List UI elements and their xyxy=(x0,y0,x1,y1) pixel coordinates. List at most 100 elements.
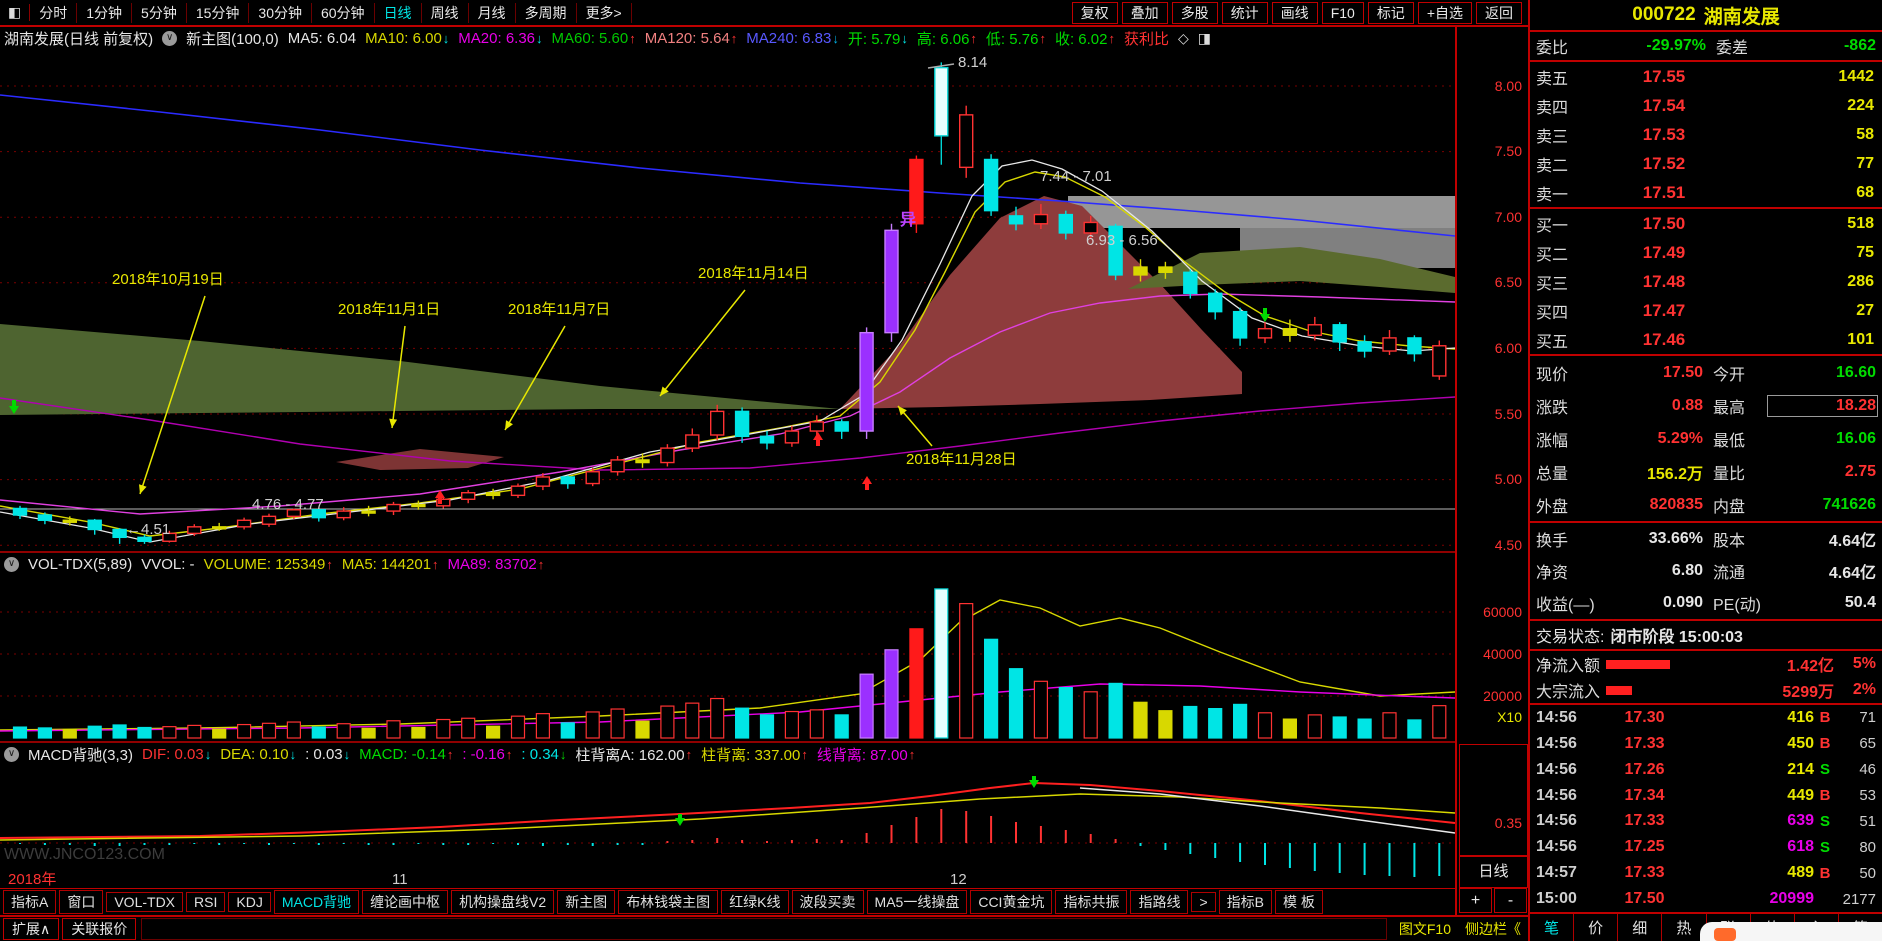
period-tab-8[interactable]: 月线 xyxy=(469,2,516,23)
indicator-tab-3[interactable]: RSI xyxy=(186,892,226,912)
volume-axis-label: 20000 xyxy=(1483,688,1522,704)
x-axis-label: 11 xyxy=(392,871,408,888)
indicator-tab-18[interactable]: 模 板 xyxy=(1274,890,1323,914)
action-button-7[interactable]: +自选 xyxy=(1417,1,1472,24)
info-label: 换手 xyxy=(1536,533,1569,550)
buy-arrow-icon xyxy=(862,476,872,490)
indicator-tab-9[interactable]: 布林钱袋主图 xyxy=(618,890,719,914)
action-button-2[interactable]: 多股 xyxy=(1171,1,1218,24)
bid-row[interactable]: 买四 17.47 27 xyxy=(1530,296,1882,325)
period-tab-6[interactable]: 日线 xyxy=(375,2,422,23)
period-tab-9[interactable]: 多周期 xyxy=(516,2,577,23)
indicator-tab-1[interactable]: 窗口 xyxy=(59,890,104,914)
bid-row[interactable]: 买二 17.49 75 xyxy=(1530,238,1882,267)
trend-arrow-icon: ↓ xyxy=(536,31,543,46)
tick-price: 17.33 xyxy=(1624,812,1665,830)
graphic-f10-button[interactable]: 图文F10 xyxy=(1392,919,1458,939)
bid-row[interactable]: 买三 17.48 286 xyxy=(1530,267,1882,296)
action-button-8[interactable]: 返回 xyxy=(1476,1,1522,24)
trend-arrow-icon: ↑ xyxy=(970,31,977,46)
action-button-0[interactable]: 复权 xyxy=(1071,1,1118,24)
top-toolbar: ◧ 分时 1分钟 5分钟 15分钟 30分钟 60分钟 日线 周线 月线 多周期 更多> 复权 叠加多… xyxy=(0,0,1528,27)
action-button-5[interactable]: F10 xyxy=(1321,1,1364,24)
bid-row[interactable]: 买五 17.46 101 xyxy=(1530,325,1882,354)
indicator-tab-11[interactable]: 波段买卖 xyxy=(791,890,864,914)
header-text: VVOL: - xyxy=(141,555,195,573)
header-value: MA60: 5.60 ↑ xyxy=(552,30,636,47)
header-value: MACD: -0.14 ↑ xyxy=(359,746,453,763)
tick-tab-1[interactable]: 价 xyxy=(1573,914,1617,941)
indicator-tab-12[interactable]: MA5一线操盘 xyxy=(866,890,968,914)
level-volume: 1442 xyxy=(1838,67,1874,85)
trend-arrow-icon: ↑ xyxy=(685,746,693,762)
collapse-macd-icon[interactable]: ∨ xyxy=(4,746,19,762)
ask-row[interactable]: 卖一 17.51 68 xyxy=(1530,178,1882,207)
indicator-tab-5[interactable]: MACD背驰 xyxy=(273,890,360,914)
panel-toggle-icon[interactable]: ◨ xyxy=(1198,30,1211,47)
tick-row: 14:56 17.30 416 B 71 xyxy=(1530,705,1882,731)
info-label: 总量 xyxy=(1536,465,1569,483)
tick-tab-0[interactable]: 笔 xyxy=(1530,914,1573,941)
trend-arrow-icon: ↑ xyxy=(432,556,439,572)
ask-row[interactable]: 卖四 17.54 224 xyxy=(1530,91,1882,120)
expand-button[interactable]: 扩展∧ xyxy=(3,918,60,940)
collapse-vol-icon[interactable]: ∨ xyxy=(4,556,19,572)
period-indicator-box[interactable]: 日线 xyxy=(1459,856,1528,888)
indicator-tab-8[interactable]: 新主图 xyxy=(557,890,616,914)
zoom-in-button[interactable]: + xyxy=(1459,888,1492,913)
linked-quote-button[interactable]: 关联报价 xyxy=(62,918,137,940)
header-text: : 0.03 xyxy=(305,745,343,763)
quote-info: 现价 17.50 今开 16.60 涨跌 0.88 最高 18.28 涨幅 5.29% 最低 16.0… xyxy=(1530,356,1882,521)
period-tab-5[interactable]: 60分钟 xyxy=(312,2,375,23)
money-flow: 净流入额 1.42亿 5% 大宗流入 5299万 2% xyxy=(1530,651,1882,703)
header-text: MA20: 6.36 xyxy=(458,30,536,47)
ask-row[interactable]: 卖五 17.55 1442 xyxy=(1530,62,1882,91)
indicator-tab-15[interactable]: 指路线 xyxy=(1130,890,1189,914)
header-value: VOL-TDX(5,89) xyxy=(28,556,132,573)
trend-arrow-icon: ↑ xyxy=(537,556,545,572)
tick-tab-2[interactable]: 细 xyxy=(1617,914,1661,941)
weibi-label: 委比 xyxy=(1536,40,1569,57)
period-tab-1[interactable]: 1分钟 xyxy=(77,2,133,23)
price-axis-label: 6.50 xyxy=(1494,274,1522,290)
stock-title: 000722 湖南发展 xyxy=(1530,0,1882,32)
indicator-tab-16[interactable]: > xyxy=(1191,892,1216,912)
level-volume: 286 xyxy=(1847,272,1874,290)
level-price: 17.49 xyxy=(1642,242,1686,262)
bid-row[interactable]: 买一 17.50 518 xyxy=(1530,209,1882,238)
period-tab-7[interactable]: 周线 xyxy=(422,2,469,23)
tick-tab-3[interactable]: 热 xyxy=(1661,914,1705,941)
indicator-tab-7[interactable]: 机构操盘线V2 xyxy=(451,890,555,914)
action-button-3[interactable]: 统计 xyxy=(1221,1,1268,24)
indicator-tab-2[interactable]: VOL-TDX xyxy=(106,892,184,912)
action-button-4[interactable]: 画线 xyxy=(1271,1,1318,24)
indicator-tab-4[interactable]: KDJ xyxy=(228,892,271,912)
period-tab-3[interactable]: 15分钟 xyxy=(187,2,250,23)
line-REF xyxy=(1079,787,1455,834)
period-tab-2[interactable]: 5分钟 xyxy=(132,2,187,23)
diamond-icon[interactable]: ◇ xyxy=(1178,30,1189,47)
action-button-6[interactable]: 标记 xyxy=(1367,1,1414,24)
indicator-tab-10[interactable]: 红绿K线 xyxy=(721,890,789,914)
trend-arrow-icon: ↓ xyxy=(901,31,908,46)
ask-row[interactable]: 卖三 17.53 58 xyxy=(1530,120,1882,149)
period-tab-10[interactable]: 更多> xyxy=(577,2,632,23)
indicator-tab-13[interactable]: CCI黄金坑 xyxy=(970,890,1053,914)
period-tab-0[interactable]: 分时 xyxy=(30,2,78,23)
indicator-tab-17[interactable]: 指标B xyxy=(1218,890,1272,914)
popup-notification[interactable] xyxy=(1700,922,1882,941)
indicator-tab-0[interactable]: 指标A xyxy=(3,890,57,914)
indicator-tab-14[interactable]: 指标共振 xyxy=(1055,890,1128,914)
action-button-1[interactable]: 叠加 xyxy=(1121,1,1168,24)
flow-percent: 5% xyxy=(1852,655,1876,672)
period-tab-4[interactable]: 30分钟 xyxy=(249,2,312,23)
zoom-out-button[interactable]: - xyxy=(1494,888,1527,913)
ask-row[interactable]: 卖二 17.52 77 xyxy=(1530,149,1882,178)
info-label: 现价 xyxy=(1536,366,1569,384)
sidebar-toggle-button[interactable]: 侧边栏《 xyxy=(1458,919,1528,939)
indicator-tab-6[interactable]: 缠论画中枢 xyxy=(362,890,449,914)
macd-axis-label: 0.35 xyxy=(1494,815,1522,831)
collapse-indicator-icon[interactable]: ∨ xyxy=(162,31,178,46)
window-split-icon[interactable]: ◧ xyxy=(0,4,31,21)
info-row: 换手 33.66% 股本 4.64亿 xyxy=(1530,523,1882,555)
